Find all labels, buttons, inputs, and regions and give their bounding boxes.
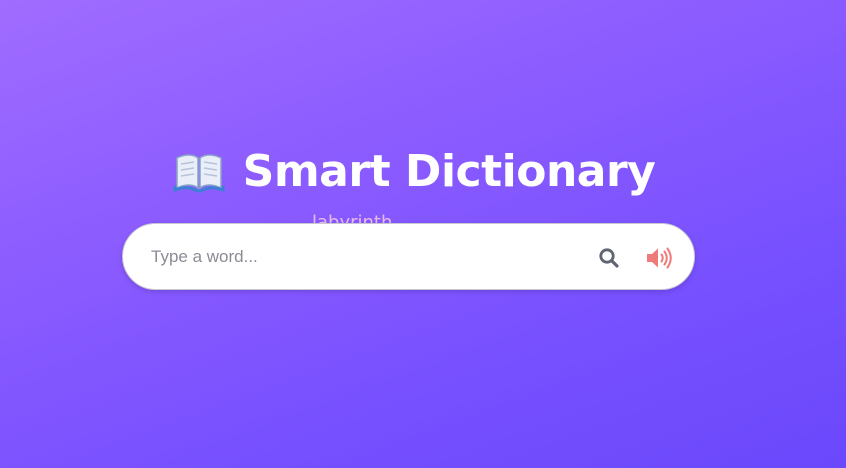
- search-input[interactable]: [151, 240, 571, 274]
- page-title: Smart Dictionary: [242, 146, 656, 197]
- open-book-icon: [173, 150, 225, 194]
- search-bar: [122, 223, 695, 290]
- speaker-icon[interactable]: [645, 245, 673, 271]
- app-header: Smart Dictionary: [0, 146, 828, 197]
- search-icon[interactable]: [597, 246, 621, 270]
